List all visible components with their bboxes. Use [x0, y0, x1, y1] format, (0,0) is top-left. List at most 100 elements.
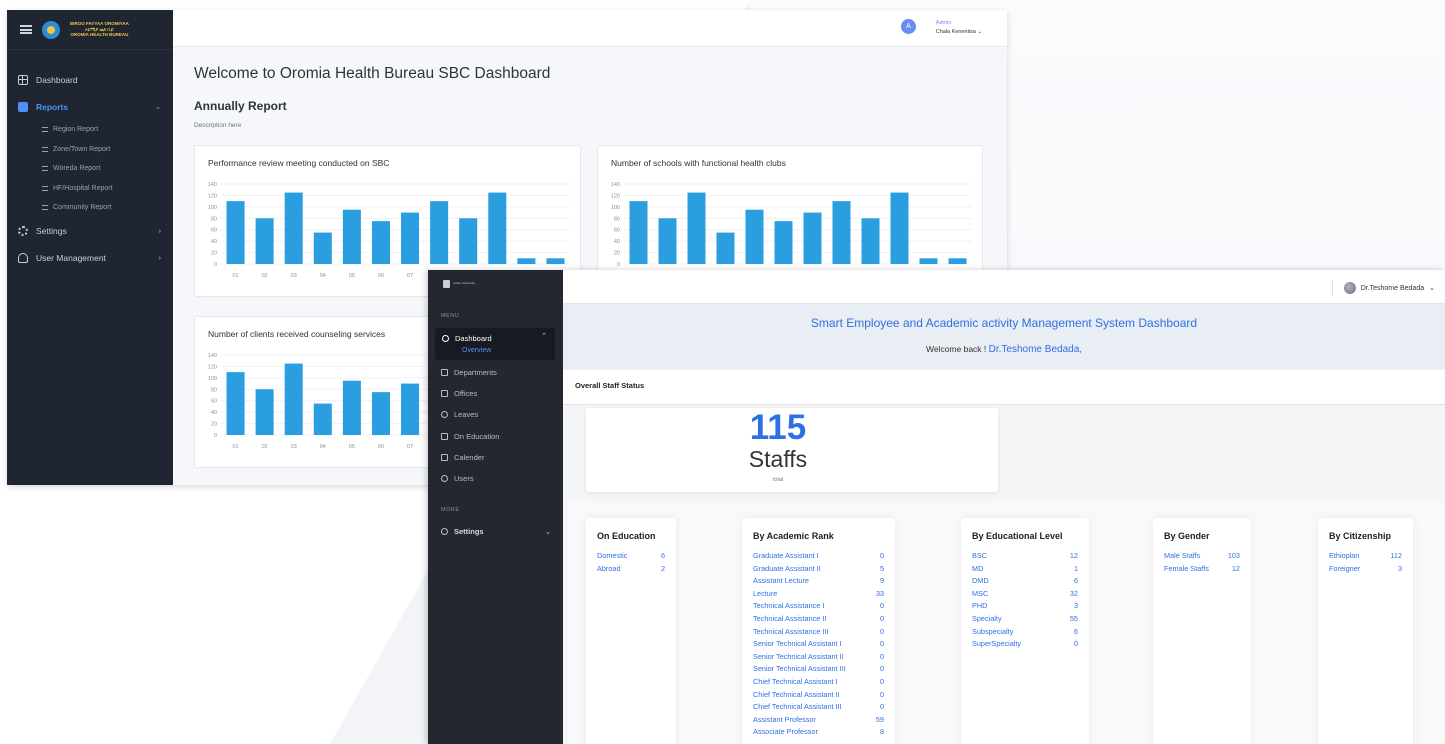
bar-08[interactable] — [832, 201, 851, 264]
bar-03[interactable] — [284, 192, 303, 264]
bar-10[interactable] — [488, 192, 507, 264]
bar-05[interactable] — [342, 380, 361, 435]
bar-02[interactable] — [255, 389, 274, 435]
stat-rows: Graduate Assistant I 0 Graduate Assistant … — [753, 550, 884, 739]
bar-05[interactable] — [342, 209, 361, 264]
stat-row[interactable]: BSC 12 — [972, 550, 1078, 563]
bar-04[interactable] — [716, 232, 735, 264]
bar-07[interactable] — [401, 383, 420, 435]
y-tick-label: 60 — [614, 228, 620, 234]
sidebar-item-departments[interactable]: Departments — [441, 368, 497, 377]
stat-row[interactable]: Chief Technical Assistant I 0 — [753, 676, 884, 689]
stat-row-label: Senior Technical Assistant III — [753, 664, 846, 674]
stat-row[interactable]: Chief Technical Assistant III 0 — [753, 701, 884, 714]
chevron-down-icon: ⌄ — [1429, 285, 1435, 292]
calendar-icon — [441, 454, 448, 461]
bar-12[interactable] — [948, 258, 967, 264]
stat-row[interactable]: SuperSpecialty 0 — [972, 638, 1078, 651]
sidebar-subitem-zone-report[interactable]: Zone/Town Report — [7, 140, 173, 160]
stat-row-label: MD — [972, 563, 984, 573]
sidebar-item-on-education[interactable]: On Education — [441, 432, 499, 441]
bar-12[interactable] — [546, 258, 565, 264]
hamburger-menu-icon[interactable] — [20, 25, 32, 34]
sidebar-subitem-region-report[interactable]: Region Report — [7, 120, 173, 140]
bar-09[interactable] — [459, 218, 478, 264]
stat-row[interactable]: Technical Assistance I 0 — [753, 600, 884, 613]
bar-03[interactable] — [284, 363, 303, 435]
sidebar-item-label: Reports — [36, 101, 69, 112]
stat-row[interactable]: Assistant Professor 59 — [753, 714, 884, 727]
bar-11[interactable] — [919, 258, 938, 264]
stat-row[interactable]: Male Staffs 103 — [1164, 550, 1240, 563]
sidebar-item-dashboard[interactable]: Dashboard Overview ⌃ — [435, 328, 555, 360]
stat-row[interactable]: PHD 3 — [972, 600, 1078, 613]
stat-row[interactable]: Lecture 33 — [753, 588, 884, 601]
user-role: Admin — [935, 20, 952, 26]
bar-06[interactable] — [371, 221, 390, 264]
sidebar-item-leaves[interactable]: Leaves — [441, 410, 478, 419]
sidebar-item-users[interactable]: Users — [441, 474, 474, 483]
stat-row[interactable]: Chief Technical Assistant II 0 — [753, 689, 884, 702]
stat-row-value: 0 — [879, 664, 884, 674]
bar-08[interactable] — [430, 201, 449, 264]
bar-04[interactable] — [313, 403, 332, 435]
y-tick-label: 80 — [211, 216, 217, 222]
sidebar-item-offices[interactable]: Offices — [441, 389, 477, 398]
bar-11[interactable] — [517, 258, 536, 264]
user-menu[interactable]: Admin Chala Keneniisa ⌄ — [936, 19, 982, 37]
subitem-label: Zone/Town Report — [53, 145, 111, 153]
bar-04[interactable] — [313, 232, 332, 264]
bar-07[interactable] — [401, 212, 420, 264]
stat-row[interactable]: Assistant Lecture 9 — [753, 575, 884, 588]
bar-01[interactable] — [629, 201, 648, 264]
bar-02[interactable] — [658, 218, 677, 264]
stat-row[interactable]: Foreigner 3 — [1329, 563, 1402, 576]
stat-row-label: Lecture — [753, 588, 778, 598]
stat-row[interactable]: Domestic 6 — [597, 550, 665, 563]
stat-row[interactable]: Graduate Assistant I 0 — [753, 550, 884, 563]
bar-06[interactable] — [774, 221, 793, 264]
x-tick-label: 02 — [262, 444, 268, 450]
stat-row[interactable]: MD 1 — [972, 563, 1078, 576]
sidebar-subitem-woreda-report[interactable]: Woreda Report — [7, 159, 173, 179]
bar-10[interactable] — [890, 192, 909, 264]
stat-row[interactable]: Abroad 2 — [597, 563, 665, 576]
sidebar-item-user-management[interactable]: User Management › — [7, 245, 173, 272]
stat-row[interactable]: Senior Technical Assistant I 0 — [753, 638, 884, 651]
stat-row[interactable]: Technical Assistance III 0 — [753, 626, 884, 639]
stat-row[interactable]: Ethioplan 112 — [1329, 550, 1402, 563]
y-tick-label: 140 — [611, 182, 620, 188]
bar-06[interactable] — [371, 392, 390, 435]
chart-title: Number of schools with functional health… — [611, 158, 786, 168]
stat-row[interactable]: Senior Technical Assistant III 0 — [753, 663, 884, 676]
user-menu[interactable]: Dr.Teshome Bedada ⌄ — [1331, 281, 1435, 295]
sidebar-item-dashboard[interactable]: Dashboard — [7, 66, 173, 93]
sidebar-item-reports[interactable]: Reports ⌄ — [7, 93, 173, 120]
report-icon — [18, 101, 28, 112]
bar-07[interactable] — [803, 212, 822, 264]
bar-05[interactable] — [745, 209, 764, 264]
stat-row[interactable]: Associate Professor 8 — [753, 726, 884, 739]
sidebar-item-settings[interactable]: Settings ⌄ — [441, 527, 551, 536]
stat-row[interactable]: Specialty 55 — [972, 613, 1078, 626]
sidebar-subitem-community-report[interactable]: Community Report — [7, 198, 173, 218]
bar-01[interactable] — [226, 201, 245, 264]
sidebar-item-calender[interactable]: Calender — [441, 453, 484, 462]
sidebar-subitem-hospital-report[interactable]: HF/Hospital Report — [7, 179, 173, 199]
stat-row[interactable]: Senior Technical Assistant II 0 — [753, 651, 884, 664]
sidebar-subitem-overview[interactable]: Overview — [462, 347, 491, 354]
stat-row[interactable]: Graduate Assistant II 5 — [753, 563, 884, 576]
stat-row[interactable]: Technical Assistance II 0 — [753, 613, 884, 626]
gear-icon — [18, 226, 28, 236]
stat-row-label: PHD — [972, 601, 988, 611]
bar-03[interactable] — [687, 192, 706, 264]
bar-02[interactable] — [255, 218, 274, 264]
stat-row[interactable]: MSC 32 — [972, 588, 1078, 601]
stat-row[interactable]: Female Staffs 12 — [1164, 563, 1240, 576]
stat-row[interactable]: Subspecialty 6 — [972, 626, 1078, 639]
avatar[interactable]: A — [901, 19, 916, 34]
bar-01[interactable] — [226, 372, 245, 435]
bar-09[interactable] — [861, 218, 880, 264]
stat-row[interactable]: DMD 6 — [972, 575, 1078, 588]
sidebar-item-settings[interactable]: Settings › — [7, 218, 173, 245]
